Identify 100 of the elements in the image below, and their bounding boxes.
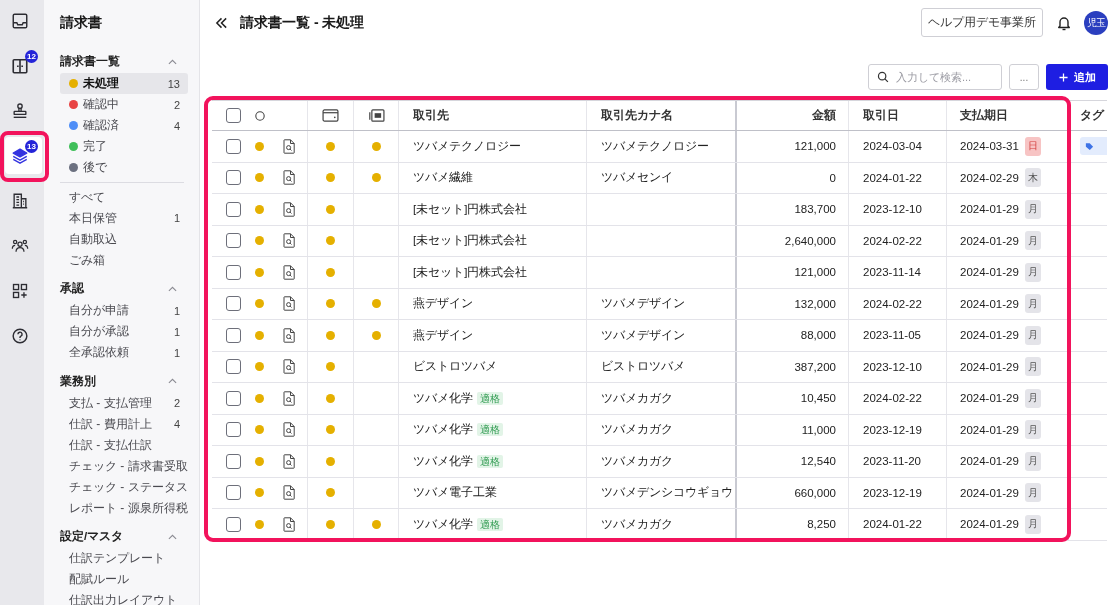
sidebar-item[interactable]: 仕訳出力レイアウト — [60, 590, 188, 605]
row-checkbox[interactable] — [226, 170, 241, 186]
table-row[interactable]: ツバメ化学 適格 ツバメカガク 8,250 2024-01-22 2024-01-29 月 — [212, 509, 1107, 541]
sidebar-item[interactable]: 確認中 2 — [60, 94, 188, 115]
table-row[interactable]: 燕デザイン ツバメデザイン 132,000 2024-02-22 2024-01-29 月 — [212, 288, 1107, 320]
transaction-date: 2023-12-19 — [863, 486, 922, 499]
table-row[interactable]: ツバメ繊維 ツバメセンイ 0 2024-01-22 2024-02-29 木 — [212, 162, 1107, 194]
sidebar-item[interactable]: 仕訳 - 費用計上 4 — [60, 413, 188, 435]
avatar[interactable]: 児玉 — [1084, 10, 1108, 35]
sidebar-item[interactable]: 配賦ルール — [60, 569, 188, 590]
row-checkbox[interactable] — [226, 485, 241, 501]
row-checkbox[interactable] — [226, 390, 241, 406]
document-search-icon[interactable] — [283, 485, 295, 501]
table-row[interactable]: ツバメ化学 適格 ツバメカガク 11,000 2023-12-19 2024-01-29 月 — [212, 414, 1107, 446]
vendor-name: ツバメ繊維 — [413, 170, 473, 186]
double-chevron-icon[interactable] — [215, 16, 228, 29]
row-checkbox[interactable] — [226, 516, 241, 532]
sidebar-item[interactable]: 未処理 13 — [60, 73, 188, 94]
document-search-icon[interactable] — [283, 390, 295, 406]
sidebar-item[interactable]: 後で — [60, 157, 188, 178]
document-search-icon[interactable] — [283, 233, 295, 249]
vendor-name: 燕デザイン — [413, 327, 473, 343]
sidebar-item[interactable]: 完了 — [60, 136, 188, 157]
search-field[interactable]: 入力して検索... — [868, 64, 1002, 90]
sidebar-item[interactable]: 確認済 4 — [60, 115, 188, 136]
layers-icon — [11, 146, 29, 165]
sidebar-item[interactable]: 仕訳テンプレート — [60, 548, 188, 569]
add-button[interactable]: 追加 — [1046, 64, 1108, 90]
sidebar-item[interactable]: レポート - 源泉所得税 — [60, 497, 188, 519]
column-header[interactable]: 取引日 — [863, 107, 899, 124]
document-search-icon[interactable] — [283, 516, 295, 532]
item-count: 2 — [173, 397, 180, 409]
table-row[interactable]: ツバメ電子工業 ツバメデンシコウギョウ 660,000 2023-12-19 2024-01-29 月 — [212, 477, 1107, 509]
sidebar-item[interactable]: すべて — [60, 186, 188, 208]
bell-icon[interactable] — [1056, 14, 1072, 31]
table-row[interactable]: ビストロツバメ ビストロツバメ 387,200 2023-12-10 2024-01-29 月 — [212, 351, 1107, 383]
sidebar-item[interactable]: 仕訳 - 支払仕訳 — [60, 434, 188, 456]
column-header[interactable]: 取引先 — [413, 107, 449, 124]
document-search-icon[interactable] — [283, 453, 295, 469]
due-date: 2024-01-29 — [960, 234, 1019, 247]
column-header[interactable]: 金額 — [812, 107, 836, 124]
due-date: 2024-01-29 — [960, 203, 1019, 216]
item-count: 4 — [173, 418, 180, 430]
sidebar-item[interactable]: 全承認依頼 1 — [60, 342, 188, 363]
due-date: 2024-03-31 — [960, 140, 1019, 153]
transaction-date: 2023-12-19 — [863, 423, 922, 436]
table-row[interactable]: [未セット]円株式会社 2,640,000 2024-02-22 2024-01-29 月 — [212, 225, 1107, 257]
sidebar-item[interactable]: 支払 - 支払管理 2 — [60, 392, 188, 414]
section-toggle[interactable]: 設定/マスタ — [60, 526, 188, 547]
amount-value: 0 — [829, 171, 836, 184]
document-search-icon[interactable] — [283, 170, 295, 186]
office-button[interactable]: ヘルプ用デモ事業所 — [921, 8, 1043, 37]
row-checkbox[interactable] — [226, 138, 241, 154]
document-search-icon[interactable] — [283, 327, 295, 343]
sidebar-item[interactable]: 自動取込 — [60, 228, 188, 250]
more-button[interactable]: ... — [1009, 64, 1039, 90]
table-row[interactable]: ツバメテクノロジー ツバメテクノロジー 121,000 2024-03-04 2024-03-31 日 — [212, 131, 1107, 163]
document-search-icon[interactable] — [283, 359, 295, 375]
label-badge: 適格 — [477, 391, 503, 405]
weekday-badge: 月 — [1024, 294, 1041, 314]
column-header[interactable]: 取引先カナ名 — [601, 107, 673, 124]
row-checkbox[interactable] — [226, 359, 241, 375]
tag-chip[interactable] — [1080, 137, 1107, 156]
item-count: 1 — [173, 304, 180, 317]
due-date: 2024-01-29 — [960, 392, 1019, 405]
document-search-icon[interactable] — [283, 264, 295, 280]
row-checkbox[interactable] — [226, 201, 241, 217]
rail-button[interactable]: 12 — [5, 47, 42, 84]
row-checkbox[interactable] — [226, 296, 241, 312]
row-checkbox[interactable] — [226, 233, 241, 249]
vendor-name: [未セット]円株式会社 — [413, 233, 528, 249]
row-checkbox[interactable] — [226, 453, 241, 469]
document-search-icon[interactable] — [283, 296, 295, 312]
table-row[interactable]: [未セット]円株式会社 183,700 2023-12-10 2024-01-29 月 — [212, 194, 1107, 226]
table-row[interactable]: ツバメ化学 適格 ツバメカガク 12,540 2023-11-20 2024-01-29 月 — [212, 446, 1107, 478]
table-row[interactable]: ツバメ化学 適格 ツバメカガク 10,450 2024-02-22 2024-01-29 月 — [212, 383, 1107, 415]
section-toggle[interactable]: 承認 — [60, 278, 188, 299]
document-search-icon[interactable] — [283, 201, 295, 217]
item-count: 1 — [173, 212, 180, 224]
sidebar-item[interactable]: チェック - ステータス — [60, 476, 188, 498]
row-checkbox[interactable] — [226, 327, 241, 343]
column-header[interactable]: タグ — [1080, 107, 1104, 124]
section-toggle[interactable]: 業務別 — [60, 370, 188, 392]
table-row[interactable]: 燕デザイン ツバメデザイン 88,000 2023-11-05 2024-01-29 月 — [212, 320, 1107, 352]
sidebar-item[interactable]: チェック - 請求書受取 — [60, 455, 188, 477]
column-header[interactable]: 支払期日 — [960, 107, 1008, 124]
label-badge: 適格 — [477, 517, 503, 531]
row-checkbox[interactable] — [226, 422, 241, 438]
section-toggle[interactable]: 請求書一覧 — [60, 51, 188, 72]
sidebar-item[interactable]: ごみ箱 — [60, 249, 188, 271]
vendor-name: ツバメテクノロジー — [413, 138, 521, 154]
sidebar-item[interactable]: 本日保管 1 — [60, 207, 188, 229]
sidebar-item[interactable]: 自分が申請 1 — [60, 300, 188, 321]
document-search-icon[interactable] — [283, 422, 295, 438]
table-row[interactable]: [未セット]円株式会社 121,000 2023-11-14 2024-01-29 月 — [212, 257, 1107, 289]
document-search-icon[interactable] — [283, 138, 295, 154]
label-badge: 適格 — [477, 423, 503, 437]
sidebar-item[interactable]: 自分が承認 1 — [60, 321, 188, 342]
select-all-checkbox[interactable] — [226, 108, 241, 123]
row-checkbox[interactable] — [226, 264, 241, 280]
